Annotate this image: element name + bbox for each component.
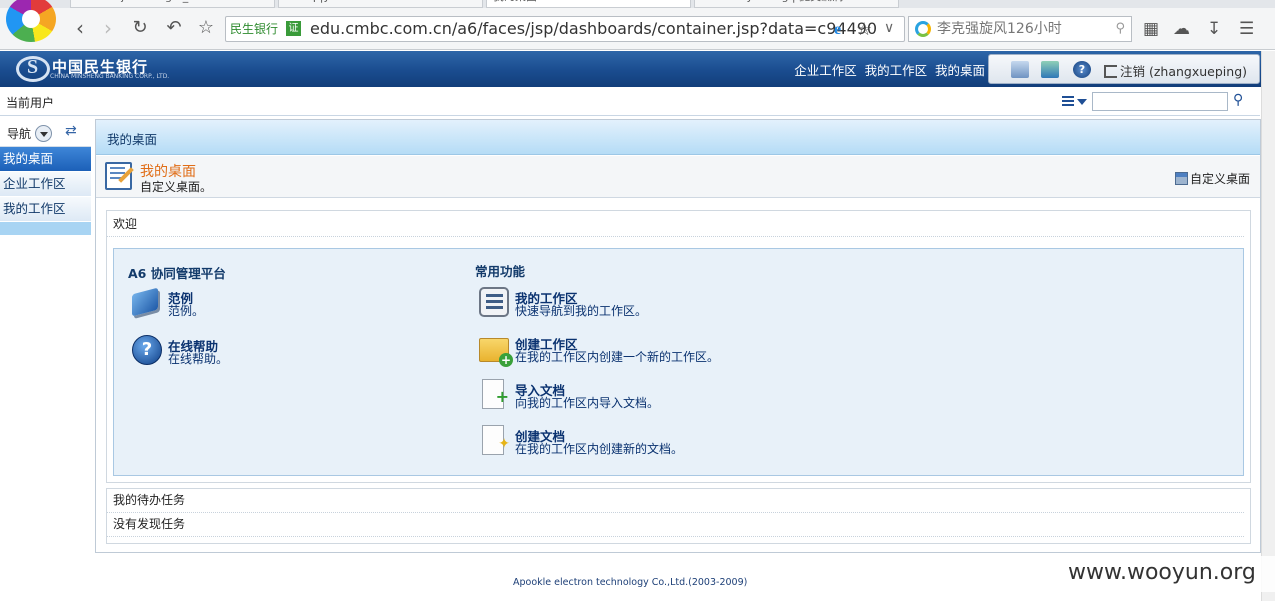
main-title-bar: 我的桌面 xyxy=(96,120,1260,155)
folder-add-icon xyxy=(479,338,513,367)
user-bar: 当前用户 ⚲ xyxy=(0,87,1260,116)
sidebar-header: 导航 ⇄ xyxy=(0,119,91,147)
nav-my-workspace[interactable]: 我的工作区 xyxy=(865,63,928,78)
header-nav: 企业工作区 我的工作区 我的桌面 xyxy=(790,60,985,79)
header-toolbox: ? 注销 (zhangxueping) xyxy=(988,54,1260,84)
logout-button[interactable]: 注销 (zhangxueping) xyxy=(1104,61,1247,80)
page-header: 我的桌面 自定义桌面。 自定义桌面 xyxy=(96,156,1260,198)
function-desc: 在线帮助。 xyxy=(168,352,229,366)
tasks-empty-message: 没有发现任务 xyxy=(107,513,1244,537)
current-user-label: 当前用户 xyxy=(6,96,55,110)
tasks-panel-title: 我的待办任务 xyxy=(107,489,1244,513)
list-icon xyxy=(479,287,509,317)
document-new-icon xyxy=(482,425,510,455)
collapse-toggle-icon[interactable] xyxy=(35,125,52,142)
caret-down-icon xyxy=(1077,99,1087,105)
site-identity-label: 民生银行 xyxy=(230,22,279,36)
logout-label: 注销 (zhangxueping) xyxy=(1120,64,1248,79)
address-bar[interactable]: 民生银行 证 edu.cmbc.com.cn/a6/faces/jsp/dash… xyxy=(225,16,905,42)
main-content: 我的桌面 我的桌面 自定义桌面。 自定义桌面 欢迎 A6 协同管理平台 常用功能… xyxy=(95,119,1261,553)
undo-icon[interactable]: ↶ xyxy=(162,17,186,41)
create-document-link[interactable]: 创建文档 在我的工作区内创建新的文档。 xyxy=(479,425,859,457)
welcome-panel: 欢迎 A6 协同管理平台 常用功能 范例 范例。 ? 在线帮助 在线帮助。 我的… xyxy=(106,210,1251,483)
sample-link[interactable]: 范例 范例。 xyxy=(132,287,392,319)
favorite-star-icon[interactable]: ☆ xyxy=(856,19,872,40)
browser-search-bar[interactable]: 李克强旋风126小时 ⚲ xyxy=(908,16,1132,42)
page-scrollbar[interactable] xyxy=(1261,51,1275,601)
download-icon[interactable]: ↧ xyxy=(1207,19,1221,39)
bookmark-star-icon[interactable]: ☆ xyxy=(194,17,218,41)
refresh-icon[interactable]: ⇄ xyxy=(65,123,77,139)
edit-desktop-icon xyxy=(105,162,132,190)
bank-name-en: CHINA MINSHENG BANKING CORP., LTD. xyxy=(50,73,170,80)
page-subtitle: 自定义桌面。 xyxy=(140,180,213,194)
customize-desktop-link[interactable]: 自定义桌面 xyxy=(1174,170,1250,187)
browser-tab-active[interactable]: 我的桌面 xyxy=(486,0,691,8)
help-icon: ? xyxy=(132,335,162,365)
browser-tab[interactable]: ...ntcp|y... xyxy=(278,0,483,8)
nav-my-desktop[interactable]: 我的桌面 xyxy=(935,63,985,78)
url-text[interactable]: edu.cmbc.com.cn/a6/faces/jsp/dashboards/… xyxy=(310,19,877,39)
platform-title: A6 协同管理平台 xyxy=(128,266,226,281)
list-view-icon xyxy=(1062,96,1074,107)
certificate-icon[interactable]: 证 xyxy=(286,21,301,36)
sidebar: 导航 ⇄ 我的桌面 企业工作区 我的工作区 xyxy=(0,119,91,601)
create-workspace-link[interactable]: 创建工作区 在我的工作区内创建一个新的工作区。 xyxy=(479,333,859,367)
sidebar-item-my-workspace[interactable]: 我的工作区 xyxy=(0,197,91,222)
my-workspace-link[interactable]: 我的工作区 快速导航到我的工作区。 xyxy=(479,287,859,319)
search-placeholder[interactable]: 李克强旋风126小时 xyxy=(937,20,1062,38)
search-button-icon[interactable]: ⚲ xyxy=(1233,92,1243,108)
app-header: 中国民生银行 CHINA MINSHENG BANKING CORP., LTD… xyxy=(0,51,1275,87)
view-options-icon[interactable] xyxy=(1062,96,1088,108)
reload-icon[interactable]: ↻ xyxy=(128,17,152,41)
help-icon[interactable]: ? xyxy=(1073,61,1091,78)
book-icon xyxy=(132,287,158,317)
sidebar-item-enterprise-workspace[interactable]: 企业工作区 xyxy=(0,172,91,197)
forward-icon[interactable]: › xyxy=(96,17,120,41)
chevron-down-icon[interactable]: ∨ xyxy=(884,20,894,36)
apps-icon[interactable]: ▦ xyxy=(1143,19,1159,39)
menu-icon[interactable]: ☰ xyxy=(1239,19,1254,39)
tasks-panel: 我的待办任务 没有发现任务 xyxy=(106,488,1251,544)
browser-tab[interactable]: www.wuyun.org | 提交漏洞... xyxy=(694,0,899,8)
browser-toolbar: ‹ › ↻ ↶ ☆ 民生银行 证 edu.cmbc.com.cn/a6/face… xyxy=(0,8,1275,50)
ie-mode-icon[interactable]: e xyxy=(834,21,851,38)
user-search-input[interactable] xyxy=(1092,92,1228,111)
sidebar-title: 导航 xyxy=(7,127,32,141)
browser-tab-strip: maabsf:j mankagm_ ...ntcp|y... 我的桌面 www.… xyxy=(0,0,1275,8)
common-functions-title: 常用功能 xyxy=(475,264,526,279)
welcome-panel-title: 欢迎 xyxy=(107,213,1244,237)
cloud-icon[interactable]: ☁ xyxy=(1173,19,1190,39)
function-desc: 在我的工作区内创建一个新的工作区。 xyxy=(515,350,720,364)
sidebar-item-my-desktop[interactable]: 我的桌面 xyxy=(0,147,91,172)
copyright-footer: Apookle electron technology Co.,Ltd.(200… xyxy=(513,577,748,588)
nav-enterprise-workspace[interactable]: 企业工作区 xyxy=(794,63,857,78)
watermark: www.wooyun.org xyxy=(1060,556,1275,592)
user-info-icon[interactable] xyxy=(1011,61,1029,78)
logout-icon xyxy=(1104,65,1117,78)
back-icon[interactable]: ‹ xyxy=(68,17,92,41)
sidebar-footer-bar xyxy=(0,222,91,235)
bank-logo: 中国民生银行 CHINA MINSHENG BANKING CORP., LTD… xyxy=(14,54,174,84)
function-desc: 在我的工作区内创建新的文档。 xyxy=(515,442,684,456)
customize-icon xyxy=(1174,172,1188,185)
search-engine-icon[interactable] xyxy=(915,21,931,37)
function-desc: 范例。 xyxy=(168,304,205,318)
switch-icon[interactable] xyxy=(1041,61,1059,78)
import-document-link[interactable]: 导入文档 向我的工作区内导入文档。 xyxy=(479,379,859,411)
search-icon[interactable]: ⚲ xyxy=(1115,21,1125,36)
main-title: 我的桌面 xyxy=(107,132,158,147)
function-desc: 向我的工作区内导入文档。 xyxy=(515,396,660,410)
document-import-icon xyxy=(482,379,509,409)
customize-label: 自定义桌面 xyxy=(1189,172,1250,186)
browser-tab[interactable]: maabsf:j mankagm_ xyxy=(70,0,275,8)
bank-logo-icon xyxy=(16,56,50,82)
online-help-link[interactable]: ? 在线帮助 在线帮助。 xyxy=(132,335,392,367)
function-desc: 快速导航到我的工作区。 xyxy=(515,304,648,318)
welcome-panel-body: A6 协同管理平台 常用功能 范例 范例。 ? 在线帮助 在线帮助。 我的工作区… xyxy=(113,248,1244,476)
